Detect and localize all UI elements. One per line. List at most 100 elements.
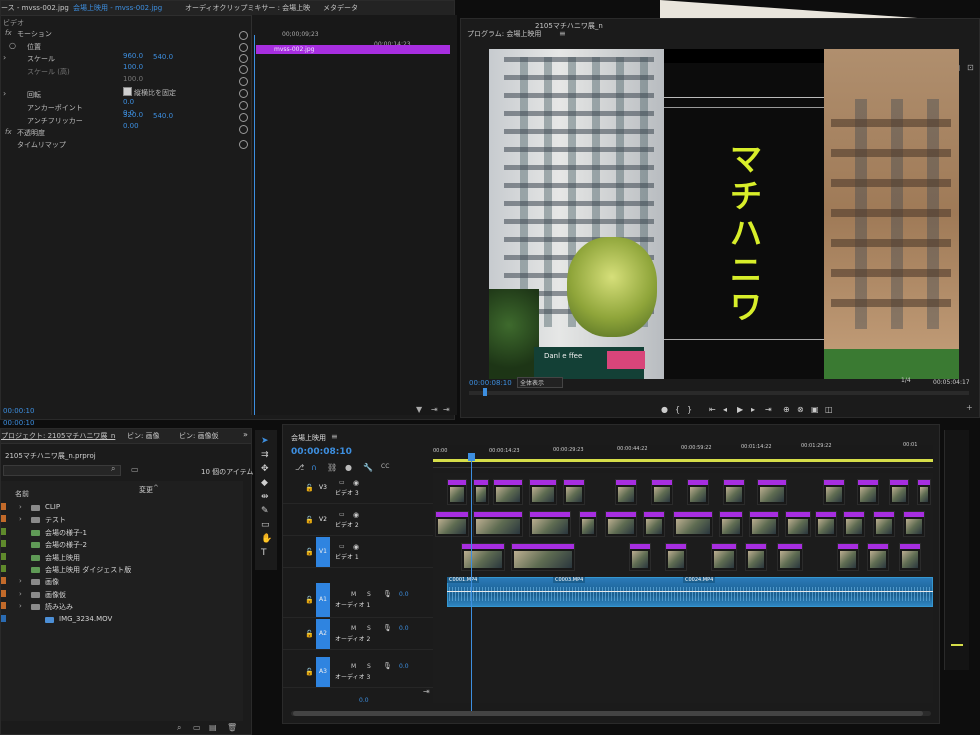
lock-icon[interactable]: 🔓 [305,668,314,676]
work-area-bar[interactable] [433,459,933,462]
video-clip[interactable] [651,479,673,505]
reset-icon[interactable] [239,125,248,134]
lock-icon[interactable]: 🔓 [305,596,314,604]
eye-icon[interactable]: ◉ [353,511,359,519]
column-header-name[interactable]: 名前 [15,489,29,499]
project-list-item[interactable]: › CLIP [1,503,241,515]
rotation-value[interactable]: 0.0 [123,98,134,106]
video-clip[interactable] [605,511,637,537]
motion-heading[interactable]: モーション [17,29,52,39]
reset-icon[interactable] [239,89,248,98]
type-tool-icon[interactable]: T [261,548,267,558]
video-clip[interactable] [749,511,779,537]
add-marker-icon[interactable]: ● [661,405,668,414]
expand-chevron-icon[interactable]: › [19,577,22,585]
film-icon[interactable]: ▭ [339,543,345,550]
track-header[interactable]: 🔓 A3 オーディオ 3 M S 🎙 0.0 [283,657,433,688]
video-clip[interactable] [843,511,865,537]
project-list-item[interactable]: › 読み込み [1,602,241,614]
scale-height-value[interactable]: 100.0 [123,63,143,71]
solo-toggle[interactable]: S [367,625,371,632]
expand-icon[interactable]: ⊡ [967,63,974,72]
microphone-icon[interactable]: 🎙 [383,590,392,598]
video-clip[interactable] [917,479,931,505]
add-marker-icon[interactable]: ● [345,463,352,472]
track-header[interactable]: 🔓 A1 オーディオ 1 M S 🎙 0.0 [283,583,433,618]
program-playhead[interactable] [483,388,487,396]
expand-chevron-icon[interactable]: › [19,515,22,523]
mini-clip-bar[interactable]: mvss-002.jpg [256,45,450,54]
pen-icon[interactable]: ✎ [261,506,269,516]
anti-flicker-value[interactable]: 0.00 [123,122,139,130]
video-clip[interactable] [473,479,489,505]
step-back-icon[interactable]: ◂ [723,405,727,414]
video-clip[interactable] [665,543,687,571]
tab-project[interactable]: プロジェクト: 2105マチハニワ展_n [1,431,115,441]
selection-tool-icon[interactable]: ➤ [261,436,269,446]
track-header[interactable]: 🔓 V1 ビデオ 1 ▭ ◉ [283,537,433,568]
video-clip[interactable] [815,511,837,537]
tab-bin-images-temp[interactable]: ビン: 画像仮 [179,431,219,441]
export-icon[interactable]: ⇥ [431,405,438,414]
resolution-select[interactable]: 1/4 [901,377,911,384]
mute-toggle[interactable]: M [351,663,356,670]
project-list-item[interactable]: › 画像仮 [1,589,241,602]
tab-effect-controls[interactable]: 会場上映用 - mvss-002.jpg [73,3,162,13]
hand-icon[interactable]: ✋ [261,534,272,544]
solo-toggle[interactable]: S [367,663,371,670]
project-list-item[interactable]: IMG_3234.MOV [1,614,241,627]
reset-icon[interactable] [239,54,248,63]
sort-up-icon[interactable]: ^ [153,484,159,492]
program-timecode-current[interactable]: 00:00:08:10 [469,379,512,387]
anti-flicker-y-value[interactable]: 540.0 [153,112,173,120]
captions-icon[interactable]: CC [381,463,389,470]
track-header[interactable]: 🔓 V3 ビデオ 3 ▭ ◉ [283,473,433,504]
wrench-icon[interactable]: 🔧 [363,463,373,472]
timeline-ruler[interactable]: 00:00 00:00:14:23 00:00:29:23 00:00:44:2… [433,442,933,468]
razor-icon[interactable]: ◆ [261,478,268,488]
tab-audio-mixer[interactable]: オーディオクリップミキサー : 会場上映 [185,3,310,13]
tab-timeline[interactable]: 会場上映用 [291,433,326,443]
video-clip[interactable] [857,479,879,505]
timeline-scrollbar[interactable] [291,711,931,716]
reset-icon[interactable] [239,101,248,110]
video-clip[interactable] [745,543,767,571]
eye-icon[interactable]: ◉ [353,479,359,487]
scale-y-value[interactable]: 540.0 [153,53,173,61]
new-bin-icon[interactable]: ▭ [131,465,139,474]
video-clip[interactable] [511,543,575,571]
expand-chevron-icon[interactable]: › [3,89,6,98]
rectangle-icon[interactable]: ▭ [261,520,270,530]
video-clip[interactable] [529,511,571,537]
video-clip[interactable] [723,479,745,505]
project-list-item[interactable]: › テスト [1,515,241,527]
column-header-modified[interactable]: 変更 [139,485,153,495]
lock-icon[interactable]: 🔓 [305,516,314,524]
program-scrubber[interactable] [469,388,969,396]
stopwatch-icon[interactable]: ○ [9,41,16,50]
go-to-end-icon[interactable]: ⇥ [423,687,430,696]
video-clip[interactable] [493,479,523,505]
project-list-item[interactable]: 会場上映用 ダイジェスト版 [1,565,241,577]
expand-chevron-icon[interactable]: › [19,590,22,598]
video-clip[interactable] [473,511,523,537]
reset-icon[interactable] [239,140,248,149]
timeline-timecode[interactable]: 00:00:08:10 [291,447,352,457]
video-clip[interactable] [889,479,909,505]
project-list-item[interactable]: 会場上映用 [1,552,241,565]
panel-menu-icon[interactable]: ≡ [331,432,338,441]
project-list-item[interactable]: 会場の様子-2 [1,540,241,552]
tab-bin-images[interactable]: ビン: 画像 [127,431,160,441]
video-clip[interactable] [719,511,743,537]
video-clip[interactable] [837,543,859,571]
video-clip[interactable] [529,479,557,505]
master-level[interactable]: 0.0 [359,697,369,704]
reset-icon[interactable] [239,31,248,40]
project-list-item[interactable]: 会場の様子-1 [1,527,241,540]
video-clip[interactable] [873,511,895,537]
effect-controls-mini-timeline[interactable]: 00;00;09;23 00;00;14;23 mvss-002.jpg [251,15,457,415]
video-clip[interactable] [903,511,925,537]
video-clip[interactable] [823,479,845,505]
export-icon[interactable]: ⇥ [443,405,450,414]
video-clip[interactable] [673,511,713,537]
